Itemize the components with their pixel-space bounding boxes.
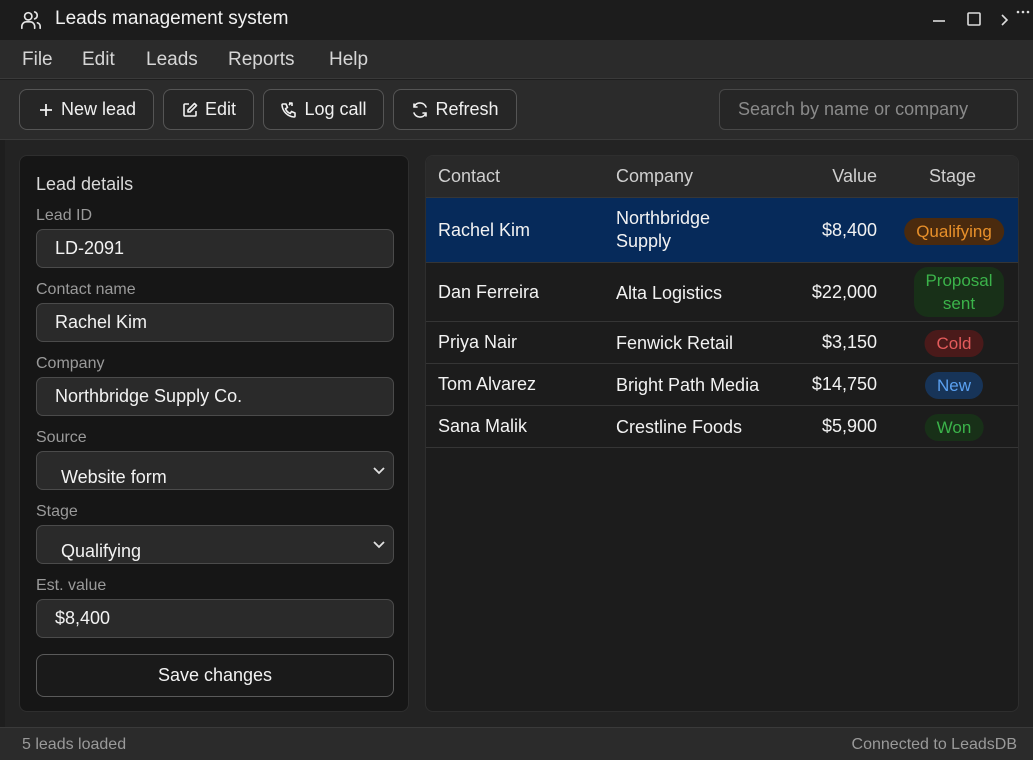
contact-cell: Dan Ferreira: [438, 281, 540, 302]
edit-icon: [183, 102, 198, 117]
log-call-button[interactable]: Log call: [263, 89, 384, 130]
header-company[interactable]: Company: [616, 166, 693, 187]
table-row[interactable]: Tom Alvarez Bright Path Media $14,750 New: [426, 364, 1018, 406]
value-cell: $3,150: [821, 332, 877, 352]
company-cell: Bright Path Media: [616, 375, 760, 395]
stage-value: Qualifying: [61, 541, 142, 561]
new-lead-label: New lead: [60, 99, 137, 119]
leads-table: Contact Company Value Stage Rachel Kim No…: [425, 155, 1019, 712]
source-label: Source: [36, 429, 87, 446]
lead-details-panel: Lead details Lead ID LD-2091 Contact nam…: [19, 155, 409, 712]
stage-badge: Won: [924, 414, 984, 441]
edit-button[interactable]: Edit: [163, 89, 254, 130]
header-value[interactable]: Value: [832, 166, 877, 187]
contact-name-label: Contact name: [36, 281, 136, 298]
value-cell: $14,750: [811, 374, 877, 394]
stage-label: Stage: [36, 503, 78, 520]
est-value-field[interactable]: $8,400: [36, 599, 394, 638]
stage-badge: Cold: [924, 330, 984, 357]
source-select[interactable]: Website form: [36, 451, 394, 490]
stage-badge: Qualifying: [904, 218, 1004, 245]
menu-help[interactable]: Help: [329, 49, 368, 71]
company-field[interactable]: Northbridge Supply Co.: [36, 377, 394, 416]
status-bar: 5 leads loaded Connected to LeadsDB: [0, 727, 1033, 760]
table-row[interactable]: Rachel Kim Northbridge Supply $8,400 Qualif…: [426, 198, 1018, 263]
phone-call-icon: [281, 101, 297, 118]
toolbar: New lead Edit Log call Refresh: [0, 80, 1033, 140]
contact-name-field[interactable]: Rachel Kim: [36, 303, 394, 342]
search-input[interactable]: [719, 89, 1018, 130]
table-header: Contact Company Value Stage: [426, 156, 1018, 198]
stage-badge: New: [924, 372, 984, 399]
table-row[interactable]: Dan Ferreira Alta Logistics $22,000 Proposa…: [426, 263, 1018, 322]
plus-icon: [39, 103, 52, 116]
source-value: Website form: [61, 467, 167, 487]
stage-badge: Proposal sent: [914, 267, 1004, 317]
menu-leads[interactable]: Leads: [146, 49, 198, 71]
new-lead-button[interactable]: New lead: [19, 89, 154, 130]
menu-bar: File Edit Leads Reports Help: [0, 40, 1033, 79]
status-right: Connected to LeadsDB: [851, 736, 1017, 753]
menu-reports[interactable]: Reports: [228, 49, 295, 71]
est-value-label: Est. value: [36, 577, 107, 594]
value-cell: $5,900: [821, 416, 877, 436]
refresh-label: Refresh: [435, 99, 499, 119]
table-row[interactable]: Priya Nair Fenwick Retail $3,150 Cold: [426, 322, 1018, 364]
contact-cell: Priya Nair: [438, 332, 518, 352]
contact-cell: Tom Alvarez: [438, 374, 537, 394]
minimize-icon[interactable]: [928, 8, 950, 30]
value-cell: $8,400: [821, 219, 877, 240]
company-cell: Northbridge Supply: [616, 208, 711, 251]
header-stage[interactable]: Stage: [929, 166, 976, 187]
table-row[interactable]: Sana Malik Crestline Foods $5,900 Won: [426, 406, 1018, 448]
refresh-button[interactable]: Refresh: [393, 89, 517, 130]
maximize-icon[interactable]: [963, 8, 985, 30]
status-left: 5 leads loaded: [22, 736, 127, 753]
company-label: Company: [36, 355, 105, 372]
refresh-icon: [413, 101, 428, 118]
panel-title: Lead details: [36, 174, 134, 194]
close-icon[interactable]: [998, 8, 1033, 30]
value-cell: $22,000: [811, 281, 877, 302]
lead-id-field[interactable]: LD-2091: [36, 229, 394, 268]
chevron-down-icon: [373, 541, 385, 549]
users-icon: [21, 11, 41, 30]
contact-cell: Sana Malik: [438, 416, 528, 436]
menu-file[interactable]: File: [22, 49, 53, 71]
stage-select[interactable]: Qualifying: [36, 525, 394, 564]
header-contact[interactable]: Contact: [438, 166, 500, 187]
window-title: Leads management system: [55, 8, 289, 29]
company-cell: Fenwick Retail: [616, 333, 734, 353]
chevron-down-icon: [373, 467, 385, 475]
save-changes-button[interactable]: Save changes: [36, 654, 394, 697]
edit-label: Edit: [204, 99, 237, 119]
log-call-label: Log call: [304, 99, 367, 119]
lead-id-label: Lead ID: [36, 207, 93, 224]
company-cell: Crestline Foods: [616, 417, 743, 437]
title-bar: Leads management system: [0, 0, 1033, 40]
company-cell: Alta Logistics: [616, 282, 723, 303]
contact-cell: Rachel Kim: [438, 219, 531, 240]
menu-edit[interactable]: Edit: [82, 49, 115, 71]
